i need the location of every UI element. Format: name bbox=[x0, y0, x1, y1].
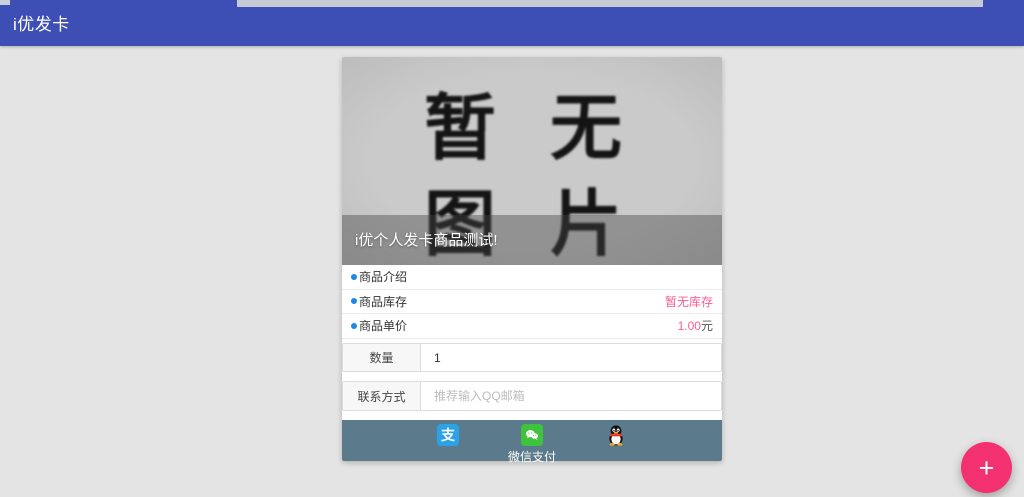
wechat-bubble-graphic bbox=[524, 427, 540, 443]
product-card: 暂 无图 片 i优个人发卡商品测试! 商品介绍 商品库存 暂无库存 商品单价 1… bbox=[342, 57, 722, 461]
add-button[interactable]: + bbox=[961, 442, 1012, 493]
spec-label: 商品库存 bbox=[359, 293, 407, 310]
quantity-row: 数量 bbox=[342, 343, 722, 373]
spec-row-intro: 商品介绍 bbox=[342, 265, 722, 290]
wechat-pay-icon bbox=[521, 424, 543, 446]
payment-bar: 支 微信支付 bbox=[342, 420, 722, 461]
alipay-pay-button[interactable]: 支 bbox=[406, 424, 490, 446]
plus-icon: + bbox=[979, 453, 995, 483]
contact-row: 联系方式 bbox=[342, 381, 722, 411]
spec-label: 商品介绍 bbox=[359, 268, 407, 285]
bullet-icon bbox=[351, 298, 357, 304]
qq-pay-button[interactable] bbox=[574, 424, 658, 446]
alipay-glyph: 支 bbox=[441, 425, 455, 445]
quantity-label: 数量 bbox=[343, 344, 421, 372]
alipay-icon: 支 bbox=[437, 424, 459, 446]
no-image-line1: 暂 无 bbox=[424, 89, 640, 169]
quantity-input[interactable] bbox=[421, 344, 721, 372]
wechat-pay-button[interactable]: 微信支付 bbox=[490, 424, 574, 465]
bullet-icon bbox=[351, 323, 357, 329]
site-title: i优发卡 bbox=[13, 0, 70, 46]
contact-input[interactable] bbox=[421, 382, 721, 410]
price-unit: 元 bbox=[701, 317, 713, 334]
page: i优发卡 暂 无图 片 i优个人发卡商品测试! 商品介绍 商品库存 暂无库存 商… bbox=[0, 0, 1024, 497]
horizontal-scrollbar[interactable] bbox=[237, 0, 983, 7]
stock-status: 暂无库存 bbox=[665, 293, 713, 310]
wechat-pay-label: 微信支付 bbox=[508, 448, 556, 465]
bullet-icon bbox=[351, 274, 357, 280]
scrollbar-corner bbox=[0, 0, 10, 5]
spec-label: 商品单价 bbox=[359, 317, 407, 334]
qq-icon bbox=[605, 424, 627, 446]
spec-row-price: 商品单价 1.00 元 bbox=[342, 314, 722, 339]
spec-row-stock: 商品库存 暂无库存 bbox=[342, 290, 722, 315]
product-title: i优个人发卡商品测试! bbox=[342, 229, 498, 250]
price-value: 1.00 bbox=[678, 319, 701, 333]
product-title-overlay: i优个人发卡商品测试! bbox=[342, 215, 722, 265]
qq-penguin-graphic bbox=[606, 424, 626, 446]
product-image-placeholder: 暂 无图 片 i优个人发卡商品测试! bbox=[342, 57, 722, 265]
contact-label: 联系方式 bbox=[343, 382, 421, 410]
